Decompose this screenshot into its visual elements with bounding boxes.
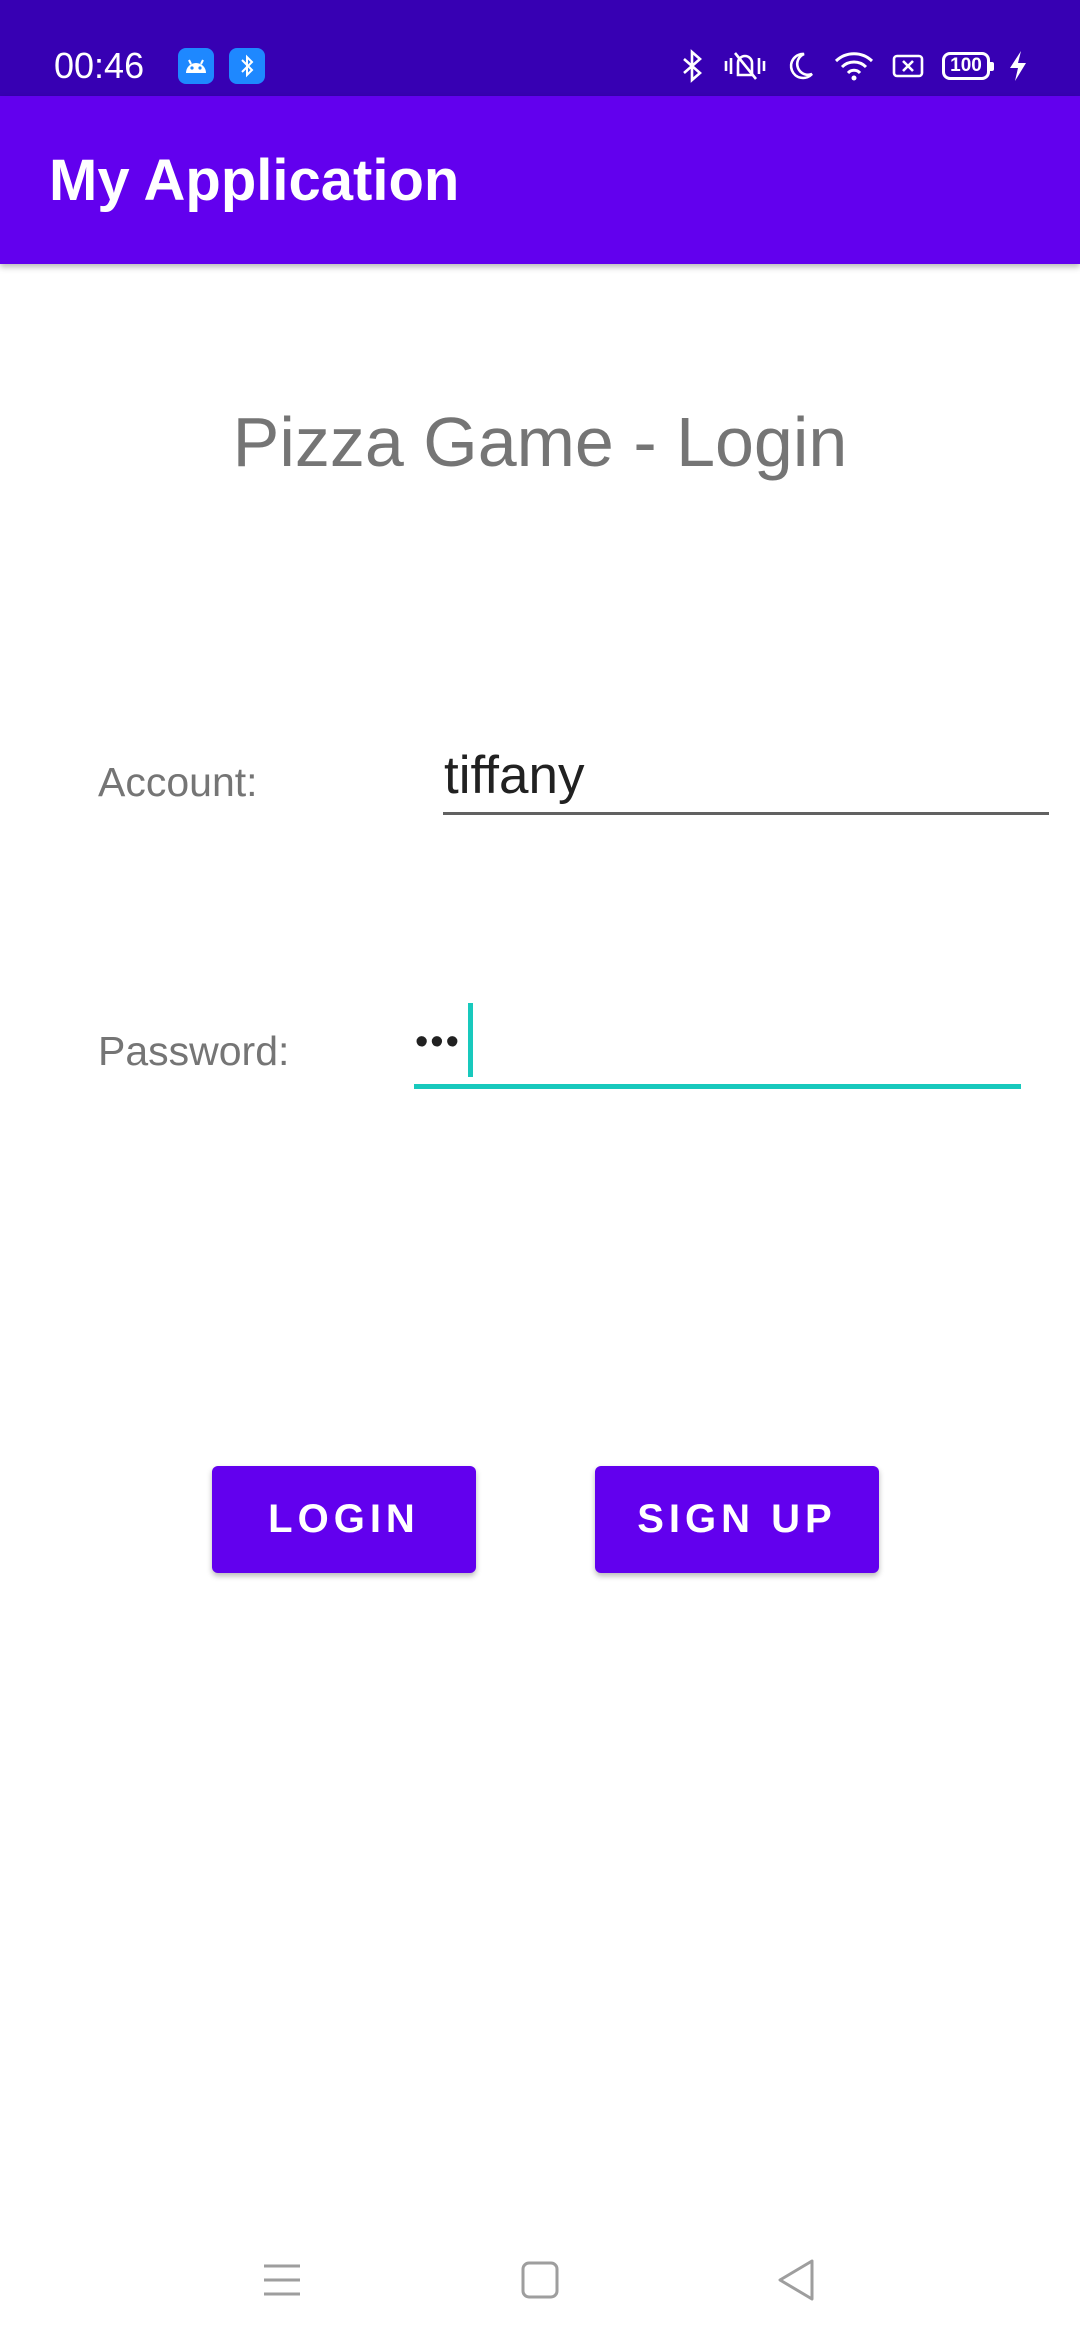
app-title: My Application: [49, 148, 460, 213]
menu-icon[interactable]: [252, 2250, 312, 2310]
app-bar: My Application: [0, 96, 1080, 264]
password-input[interactable]: •••: [411, 1006, 1021, 1078]
account-input-underline: [443, 812, 1049, 815]
bluetooth-file-icon: [229, 48, 265, 84]
battery-icon: 100: [942, 52, 994, 80]
text-caret: [468, 1003, 473, 1077]
password-input-underline: [414, 1084, 1021, 1089]
status-time: 00:46: [54, 45, 145, 86]
screen-cast-icon: [892, 54, 924, 78]
moon-icon: [789, 52, 813, 80]
system-status-icons: 100: [680, 46, 1028, 86]
sign-up-button[interactable]: SIGN UP: [595, 1466, 879, 1573]
back-icon[interactable]: [766, 2250, 826, 2310]
vibrate-off-icon: [724, 52, 766, 80]
bluetooth-icon: [683, 49, 702, 83]
account-input[interactable]: [440, 740, 1049, 812]
home-icon[interactable]: [510, 2250, 570, 2310]
status-bar: 00:46 100: [0, 0, 1080, 96]
android-icon: [178, 48, 214, 84]
page-title: Pizza Game - Login: [232, 403, 848, 481]
account-label: Account:: [98, 759, 258, 805]
wifi-icon: [834, 52, 874, 81]
charging-bolt-icon: [1010, 51, 1026, 81]
password-label: Password:: [98, 1028, 290, 1074]
navigation-bar: [0, 2220, 1080, 2340]
login-button[interactable]: LOGIN: [212, 1466, 476, 1573]
